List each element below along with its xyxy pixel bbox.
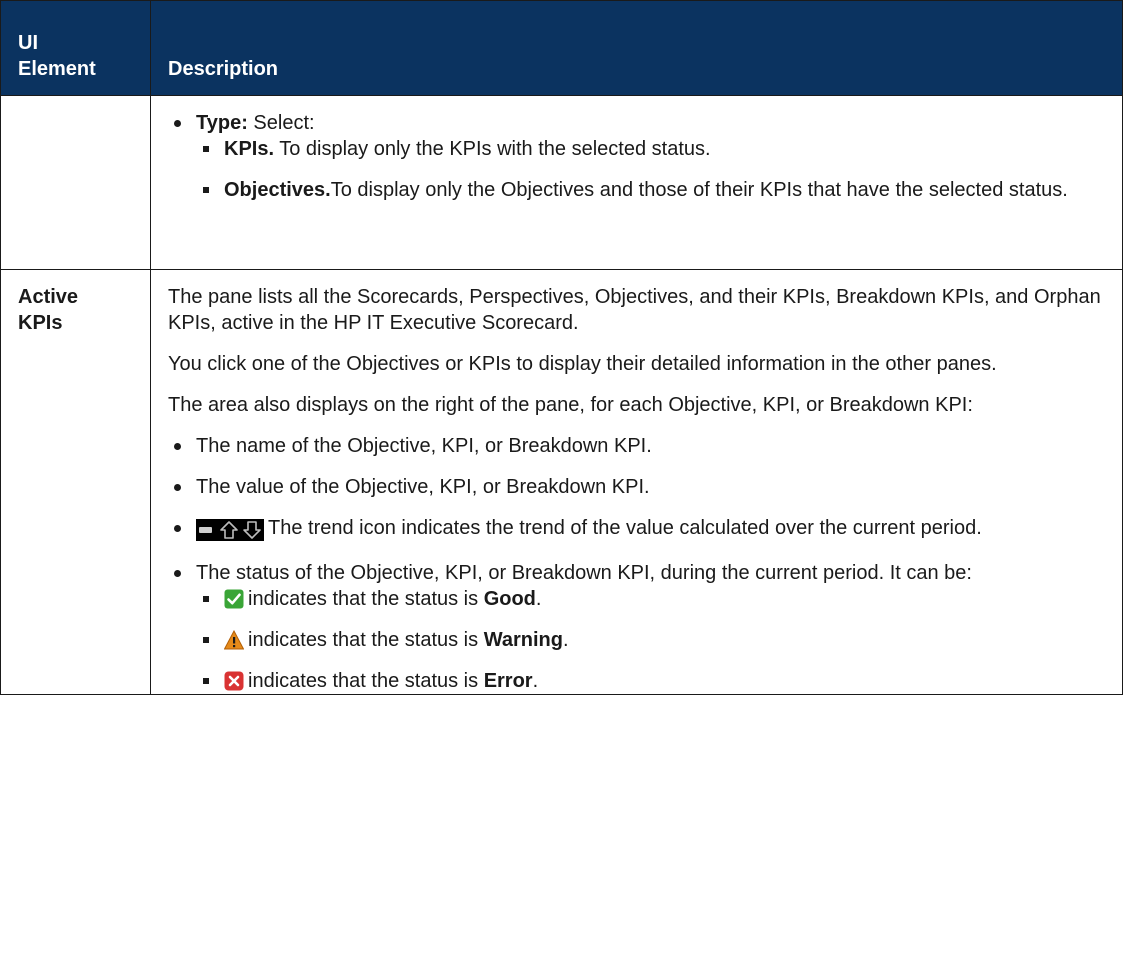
status-error-suffix: .: [532, 670, 539, 692]
warning-icon: [224, 630, 244, 650]
status-text: The status of the Objective, KPI, or Bre…: [196, 562, 972, 584]
status-item-good: indicates that the status is Good.: [196, 586, 1106, 612]
status-warning-label: Warning: [483, 629, 563, 651]
check-icon: [224, 589, 244, 609]
header-ui-text: UI: [18, 32, 38, 54]
status-good-label: Good: [483, 588, 536, 610]
type-text: Select:: [247, 112, 315, 134]
row1-description-cell: Type: Select: KPIs. To display only the …: [150, 95, 1123, 270]
status-item-warning: indicates that the status is Warning.: [196, 627, 1106, 653]
error-icon: [224, 671, 244, 691]
bullet-name: The name of the Objective, KPI, or Break…: [168, 433, 1106, 459]
table-row: Active KPIs The pane lists all the Scorec…: [0, 269, 1123, 695]
bullet-trend: The trend icon indicates the trend of th…: [168, 515, 1106, 545]
row2-description-cell: The pane lists all the Scorecards, Persp…: [150, 269, 1123, 695]
header-description-text: Description: [168, 58, 279, 80]
header-ui-element: UI Element: [0, 0, 151, 96]
trend-icons: [196, 519, 264, 545]
type-options-list: KPIs. To display only the KPIs with the …: [196, 136, 1106, 203]
paragraph-area-displays: The area also displays on the right of t…: [168, 394, 973, 416]
option-objectives: Objectives.To display only the Objective…: [196, 177, 1106, 203]
option-kpis-label: KPIs.: [224, 138, 275, 160]
status-good-prefix: indicates that the status is: [248, 588, 484, 610]
bullet-value: The value of the Objective, KPI, or Brea…: [168, 474, 1106, 500]
status-warning-suffix: .: [562, 629, 569, 651]
type-item: Type: Select: KPIs. To display only the …: [168, 110, 1106, 203]
option-objectives-text: To display only the Objectives and those…: [330, 179, 1068, 201]
row1-element-cell: [0, 95, 151, 270]
header-element-text: Element: [18, 58, 96, 80]
trend-text: The trend icon indicates the trend of th…: [268, 517, 982, 539]
status-error-label: Error: [483, 670, 533, 692]
paragraph-click-objectives: You click one of the Objectives or KPIs …: [168, 353, 997, 375]
display-items-list: The name of the Objective, KPI, or Break…: [168, 433, 1106, 694]
status-item-error: indicates that the status is Error.: [196, 668, 1106, 694]
status-good-suffix: .: [535, 588, 542, 610]
ui-element-table: UI Element Description Type: Select: KPIs…: [0, 0, 1123, 695]
option-kpis-text: To display only the KPIs with the select…: [274, 138, 711, 160]
trend-flat-icon: [199, 527, 212, 533]
paragraph-pane-lists: The pane lists all the Scorecards, Persp…: [168, 286, 1101, 334]
table-header-row: UI Element Description: [0, 0, 1123, 96]
option-kpis: KPIs. To display only the KPIs with the …: [196, 136, 1106, 162]
option-objectives-label: Objectives.: [224, 179, 331, 201]
element-name-line2: KPIs: [18, 312, 63, 334]
type-label: Type:: [196, 112, 248, 134]
status-warning-prefix: indicates that the status is: [248, 629, 484, 651]
type-list: Type: Select: KPIs. To display only the …: [168, 110, 1106, 203]
element-name-line1: Active: [18, 286, 79, 308]
header-description: Description: [150, 0, 1123, 96]
status-list: indicates that the status is Good. indic…: [196, 586, 1106, 694]
bullet-status: The status of the Objective, KPI, or Bre…: [168, 560, 1106, 694]
table-row: Type: Select: KPIs. To display only the …: [0, 95, 1123, 270]
status-error-prefix: indicates that the status is: [248, 670, 484, 692]
row2-element-cell: Active KPIs: [0, 269, 151, 695]
